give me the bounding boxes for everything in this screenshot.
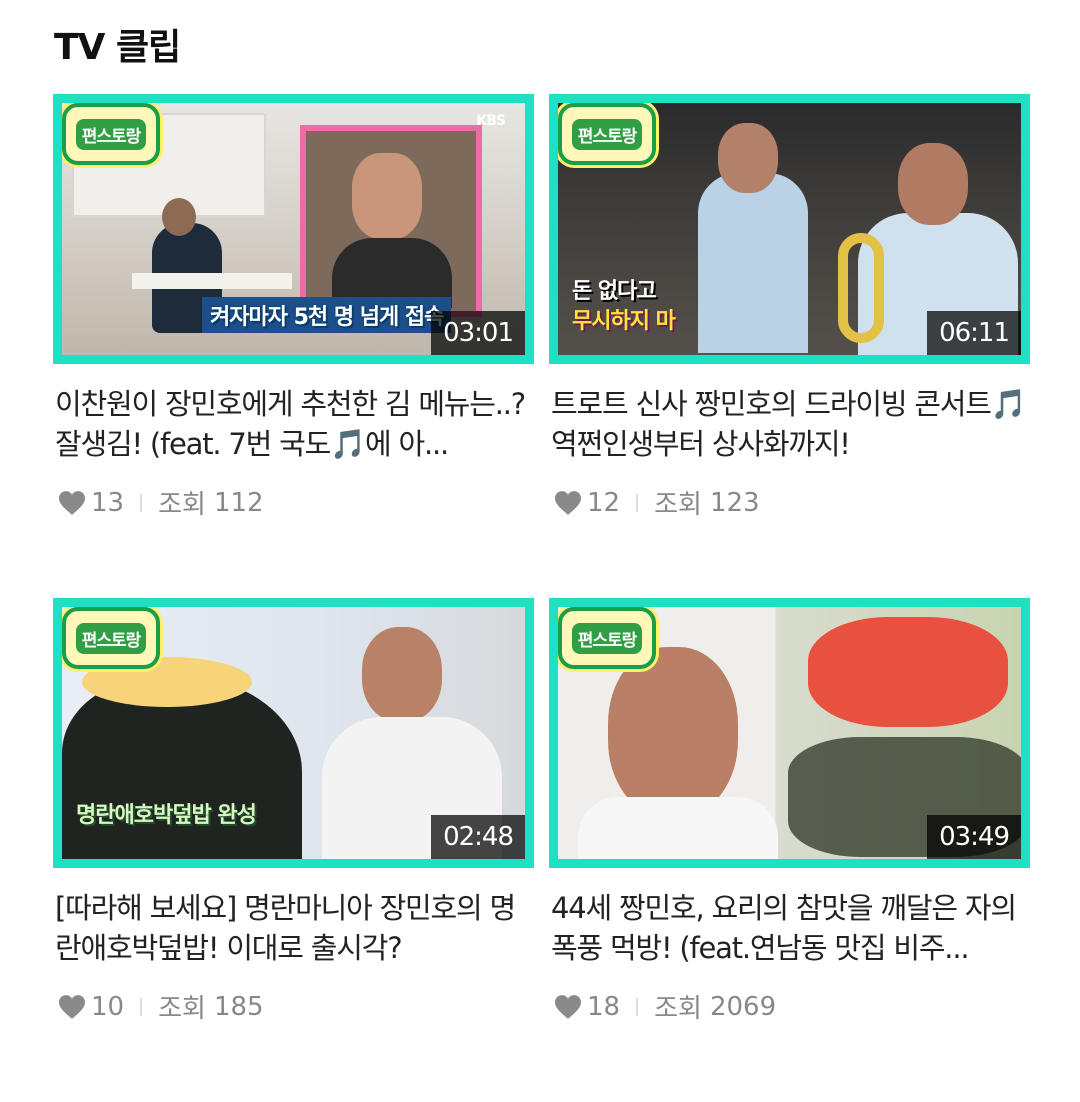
clip-card[interactable]: 편스토랑 KBS 켜자마자 5천 명 넘게 접속 03:01 이찬원이 장민호에…	[53, 94, 534, 598]
clip-card[interactable]: 편스토랑 03:49 44세 짱민호, 요리의 참맛을 깨달은 자의 폭풍 먹방…	[549, 598, 1030, 1102]
video-duration: 02:48	[431, 815, 525, 859]
clip-card[interactable]: 편스토랑 명란애호박덮밥 완성 02:48 [따라해 보세요] 명란마니아 장민…	[53, 598, 534, 1102]
like-count: 12	[587, 487, 621, 518]
thumbnail-caption: 돈 없다고	[572, 279, 657, 304]
show-logo: 편스토랑	[62, 607, 160, 669]
heart-icon[interactable]	[57, 994, 87, 1020]
divider	[140, 493, 143, 512]
clip-thumbnail[interactable]: 편스토랑 KBS 켜자마자 5천 명 넘게 접속 03:01	[53, 94, 534, 364]
show-logo: 편스토랑	[558, 103, 656, 165]
views-label: 조회	[158, 994, 206, 1024]
like-count: 18	[587, 991, 621, 1022]
clip-meta: 10 조회 185	[57, 988, 534, 1025]
view-count: 185	[213, 991, 264, 1022]
broadcaster-mark: KBS	[476, 113, 506, 129]
heart-icon[interactable]	[57, 490, 87, 516]
view-count: 2069	[709, 991, 777, 1022]
clip-title[interactable]: [따라해 보세요] 명란마니아 장민호의 명란애호박덮밥! 이대로 출시각?	[55, 888, 534, 968]
clip-meta: 12 조회 123	[553, 484, 1030, 521]
section-title: TV 클립	[54, 27, 181, 68]
like-count: 13	[91, 487, 125, 518]
clip-title[interactable]: 이찬원이 장민호에게 추천한 김 메뉴는..? 잘생김! (feat. 7번 국…	[55, 384, 534, 464]
clip-title[interactable]: 트로트 신사 짱민호의 드라이빙 콘서트🎵 역쩐인생부터 상사화까지!	[551, 384, 1030, 464]
views-label: 조회	[654, 490, 702, 520]
view-count: 112	[213, 487, 264, 518]
video-duration: 03:49	[927, 815, 1021, 859]
divider	[636, 997, 639, 1016]
views-label: 조회	[158, 490, 206, 520]
clip-thumbnail[interactable]: 편스토랑 명란애호박덮밥 완성 02:48	[53, 598, 534, 868]
thumbnail-caption: 켜자마자 5천 명 넘게 접속	[202, 297, 452, 333]
thumbnail-caption: 명란애호박덮밥 완성	[76, 803, 257, 828]
view-count: 123	[709, 487, 760, 518]
show-logo: 편스토랑	[558, 607, 656, 669]
heart-icon[interactable]	[553, 994, 583, 1020]
clip-meta: 13 조회 112	[57, 484, 534, 521]
clip-meta: 18 조회 2069	[553, 988, 1030, 1025]
clip-thumbnail[interactable]: 편스토랑 03:49	[549, 598, 1030, 868]
like-count: 10	[91, 991, 125, 1022]
clip-title[interactable]: 44세 짱민호, 요리의 참맛을 깨달은 자의 폭풍 먹방! (feat.연남동…	[551, 888, 1030, 968]
clip-card[interactable]: 편스토랑 돈 없다고 무시하지 마 06:11 트로트 신사 짱민호의 드라이빙…	[549, 94, 1030, 598]
views-label: 조회	[654, 994, 702, 1024]
video-duration: 06:11	[927, 311, 1021, 355]
divider	[140, 997, 143, 1016]
thumbnail-caption: 무시하지 마	[572, 309, 676, 334]
show-logo: 편스토랑	[62, 103, 160, 165]
divider	[636, 493, 639, 512]
clip-thumbnail[interactable]: 편스토랑 돈 없다고 무시하지 마 06:11	[549, 94, 1030, 364]
video-duration: 03:01	[431, 311, 525, 355]
clip-grid: 편스토랑 KBS 켜자마자 5천 명 넘게 접속 03:01 이찬원이 장민호에…	[53, 94, 1030, 1102]
heart-icon[interactable]	[553, 490, 583, 516]
